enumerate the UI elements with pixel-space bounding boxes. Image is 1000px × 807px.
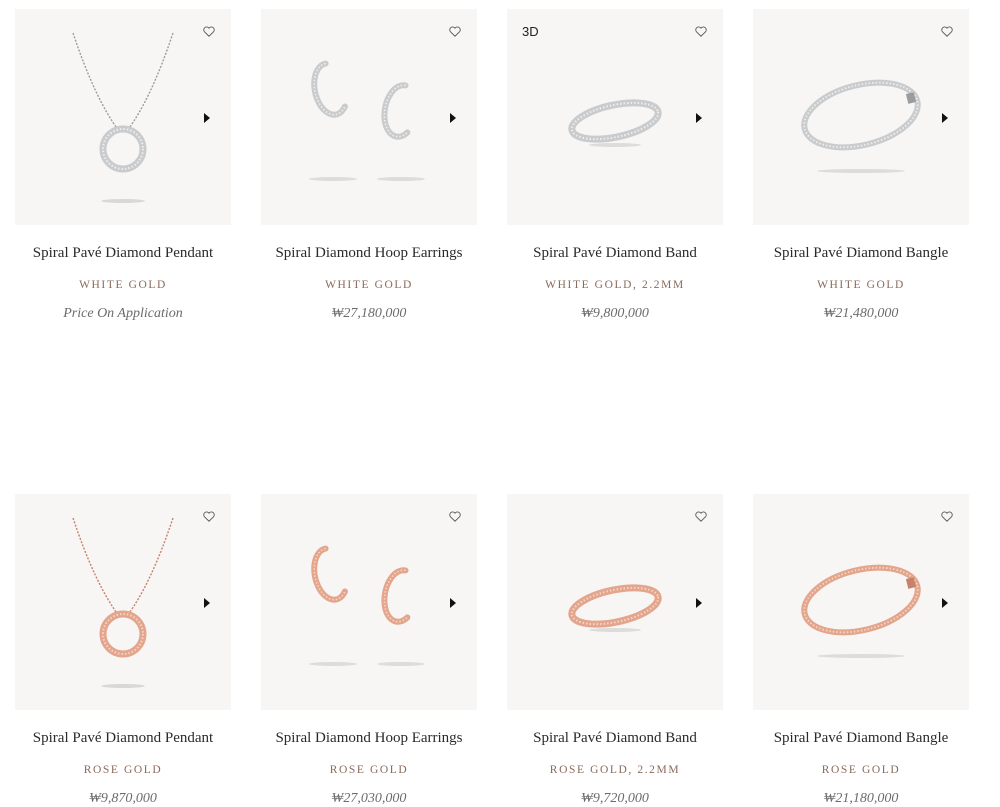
- product-metal: WHITE GOLD, 2.2MM: [545, 279, 685, 291]
- heart-outline-icon[interactable]: [939, 508, 955, 524]
- product-price: ₩9,800,000: [581, 306, 649, 321]
- product-metal: WHITE GOLD: [325, 279, 413, 291]
- play-arrow-icon[interactable]: [447, 111, 459, 125]
- product-metal: WHITE GOLD: [817, 279, 905, 291]
- product-metal: WHITE GOLD: [79, 279, 167, 291]
- play-arrow-icon[interactable]: [693, 111, 705, 125]
- product-card[interactable]: Spiral Pavé Diamond Bangle WHITE GOLD ₩2…: [753, 9, 969, 322]
- product-image-box[interactable]: [753, 494, 969, 710]
- product-image-box[interactable]: [753, 9, 969, 225]
- heart-outline-icon[interactable]: [447, 23, 463, 39]
- product-price: ₩27,030,000: [331, 791, 407, 806]
- heart-outline-icon[interactable]: [447, 508, 463, 524]
- badge-3d[interactable]: 3D: [522, 24, 539, 39]
- product-metal: ROSE GOLD: [821, 764, 901, 776]
- product-image-box[interactable]: [261, 494, 477, 710]
- band-ring-image: [568, 584, 662, 632]
- heart-outline-icon[interactable]: [201, 23, 217, 39]
- product-image-box[interactable]: [261, 9, 477, 225]
- bangle-image: [801, 564, 921, 658]
- product-metal: ROSE GOLD: [329, 764, 409, 776]
- heart-outline-icon[interactable]: [693, 23, 709, 39]
- pendant-image: [72, 517, 174, 688]
- product-card[interactable]: Spiral Pavé Diamond Bangle ROSE GOLD ₩21…: [753, 494, 969, 807]
- product-name[interactable]: Spiral Pavé Diamond Bangle: [774, 245, 949, 262]
- heart-outline-icon[interactable]: [201, 508, 217, 524]
- product-image-box[interactable]: [507, 494, 723, 710]
- earrings-image: [309, 60, 425, 181]
- product-name[interactable]: Spiral Diamond Hoop Earrings: [275, 730, 462, 747]
- heart-outline-icon[interactable]: [939, 23, 955, 39]
- product-name[interactable]: Spiral Pavé Diamond Band: [533, 245, 697, 262]
- bangle-image: [801, 79, 921, 173]
- product-card[interactable]: 3D Spiral Pavé Diamond Band WHITE GOLD, …: [507, 9, 723, 322]
- product-name[interactable]: Spiral Pavé Diamond Pendant: [33, 730, 213, 747]
- product-image-box[interactable]: [15, 494, 231, 710]
- product-grid: Spiral Pavé Diamond Pendant WHITE GOLD P…: [15, 9, 969, 807]
- product-name[interactable]: Spiral Pavé Diamond Pendant: [33, 245, 213, 262]
- product-name[interactable]: Spiral Pavé Diamond Bangle: [774, 730, 949, 747]
- heart-outline-icon[interactable]: [693, 508, 709, 524]
- play-arrow-icon[interactable]: [939, 596, 951, 610]
- product-card[interactable]: Spiral Pavé Diamond Pendant WHITE GOLD P…: [15, 9, 231, 322]
- play-arrow-icon[interactable]: [447, 596, 459, 610]
- product-card[interactable]: Spiral Pavé Diamond Band ROSE GOLD, 2.2M…: [507, 494, 723, 807]
- product-price: ₩9,720,000: [581, 791, 649, 806]
- product-price: Price On Application: [63, 306, 183, 321]
- product-price: ₩21,180,000: [823, 791, 899, 806]
- band-ring-image: [568, 99, 662, 147]
- product-metal: ROSE GOLD, 2.2MM: [549, 764, 681, 776]
- product-name[interactable]: Spiral Diamond Hoop Earrings: [275, 245, 462, 262]
- product-price: ₩9,870,000: [89, 791, 157, 806]
- play-arrow-icon[interactable]: [693, 596, 705, 610]
- product-card[interactable]: Spiral Diamond Hoop Earrings WHITE GOLD …: [261, 9, 477, 322]
- product-card[interactable]: Spiral Diamond Hoop Earrings ROSE GOLD ₩…: [261, 494, 477, 807]
- pendant-image: [72, 32, 174, 203]
- product-metal: ROSE GOLD: [83, 764, 163, 776]
- play-arrow-icon[interactable]: [939, 111, 951, 125]
- product-image-box[interactable]: [15, 9, 231, 225]
- product-price: ₩21,480,000: [823, 306, 899, 321]
- product-image-box[interactable]: 3D: [507, 9, 723, 225]
- product-card[interactable]: Spiral Pavé Diamond Pendant ROSE GOLD ₩9…: [15, 494, 231, 807]
- play-arrow-icon[interactable]: [201, 111, 213, 125]
- product-name[interactable]: Spiral Pavé Diamond Band: [533, 730, 697, 747]
- play-arrow-icon[interactable]: [201, 596, 213, 610]
- earrings-image: [309, 545, 425, 666]
- product-price: ₩27,180,000: [331, 306, 407, 321]
